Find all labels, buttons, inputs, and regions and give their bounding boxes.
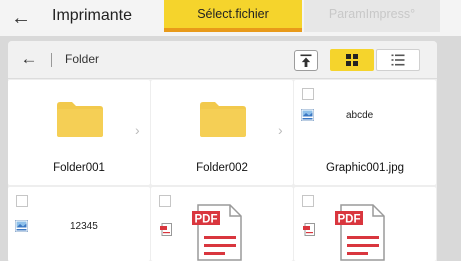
app-title: Imprimante <box>52 7 133 24</box>
grid-item-pdf[interactable]: PDF <box>151 187 293 261</box>
grid-item-pdf[interactable]: PDF <box>294 187 436 261</box>
select-checkbox[interactable] <box>302 195 314 207</box>
item-label: Folder002 <box>196 162 248 174</box>
grid-item-folder001[interactable]: › Folder001 <box>8 80 150 185</box>
list-view-button[interactable] <box>376 49 420 71</box>
pdf-file-icon <box>303 223 315 236</box>
grid-item-image[interactable]: 12345 <box>8 187 150 261</box>
move-to-top-icon <box>300 54 312 67</box>
folder-icon <box>200 102 246 137</box>
pdf-document-icon: PDF <box>335 204 385 261</box>
top-bar: ← Imprimante Sélect.fichier ParamImpress… <box>0 0 461 36</box>
tab-print-settings[interactable]: ParamImpress° <box>304 0 440 32</box>
divider <box>51 53 52 67</box>
move-to-top-button[interactable] <box>294 50 318 71</box>
pdf-file-icon <box>160 223 172 236</box>
select-checkbox[interactable] <box>302 88 314 100</box>
select-checkbox[interactable] <box>159 195 171 207</box>
file-grid: › Folder001 › Folder002 abcde Graphic001… <box>8 80 437 261</box>
grid-view-icon <box>346 54 358 66</box>
grid-item-folder002[interactable]: › Folder002 <box>151 80 293 185</box>
file-browser-panel: ← Folder › Folder001 › Folder002 abcde G… <box>8 41 437 261</box>
chevron-right-icon: › <box>135 122 140 138</box>
thumbnail-text: abcde <box>346 110 374 121</box>
grid-view-button[interactable] <box>330 49 374 71</box>
item-label: Graphic001.jpg <box>326 162 404 174</box>
folder-back-icon[interactable]: ← <box>18 48 40 70</box>
select-checkbox[interactable] <box>16 195 28 207</box>
image-file-icon <box>15 220 28 232</box>
image-file-icon <box>301 109 314 121</box>
breadcrumb: Folder <box>65 52 100 66</box>
tab-select-file[interactable]: Sélect.fichier <box>164 0 302 32</box>
folder-icon <box>57 102 103 137</box>
pdf-badge-text: PDF <box>195 214 218 226</box>
pdf-document-icon: PDF <box>192 204 242 261</box>
chevron-right-icon: › <box>278 122 283 138</box>
item-label: Folder001 <box>53 162 105 174</box>
thumbnail-text: 12345 <box>70 221 98 232</box>
grid-item-graphic001[interactable]: abcde Graphic001.jpg <box>294 80 436 185</box>
list-view-icon <box>391 54 405 66</box>
back-arrow-icon[interactable]: ← <box>8 6 34 30</box>
panel-toolbar: ← Folder <box>8 41 437 79</box>
pdf-badge-text: PDF <box>338 214 361 226</box>
